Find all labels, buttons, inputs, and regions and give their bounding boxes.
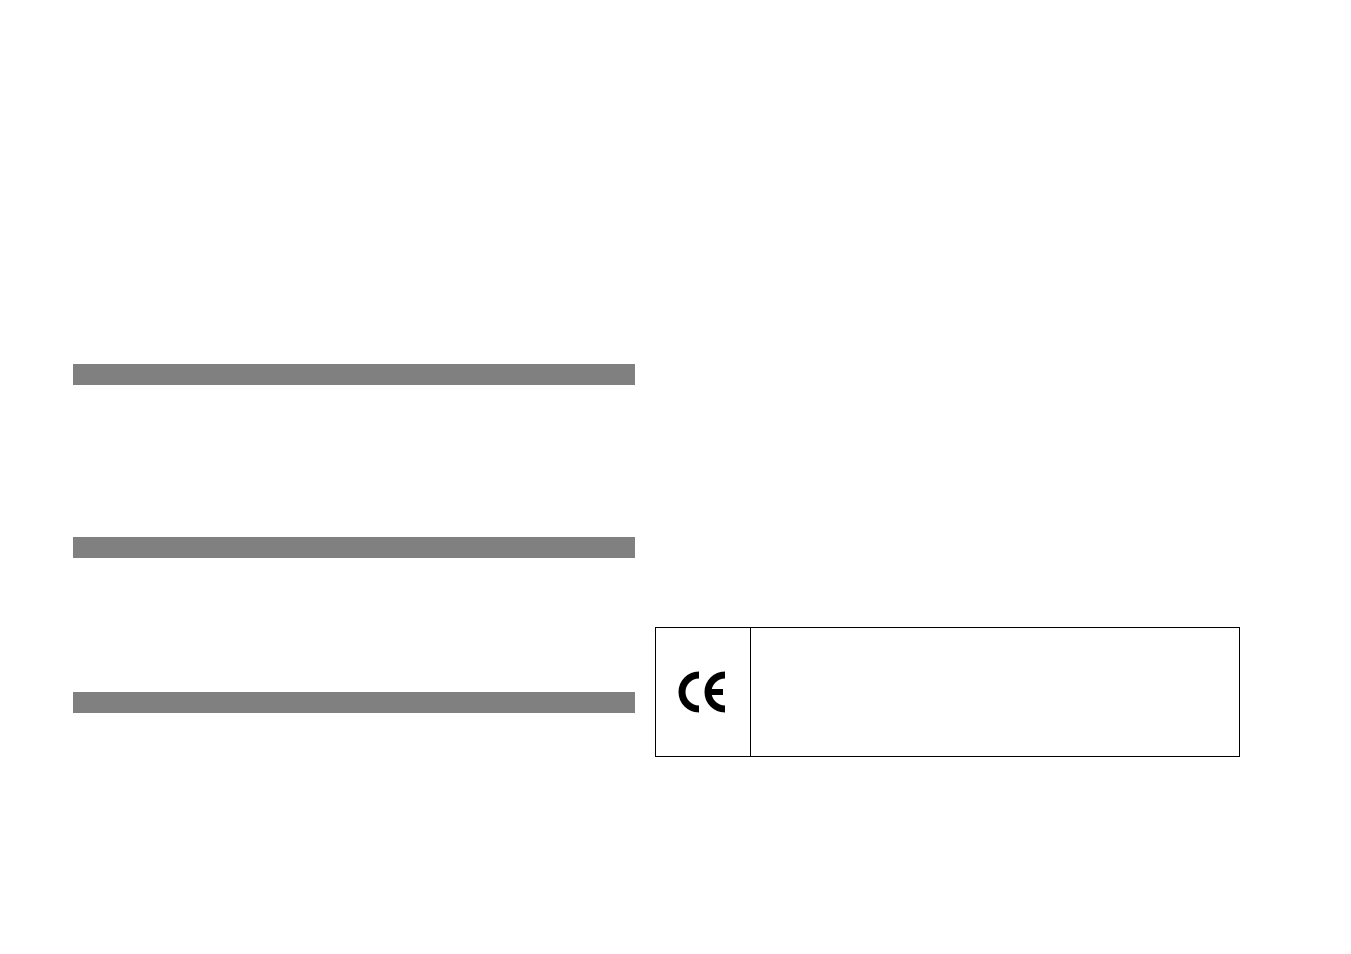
- ce-description-cell: [751, 628, 1239, 756]
- ce-compliance-box: [655, 627, 1240, 757]
- ce-mark-cell: [656, 628, 751, 756]
- gray-bar-3: [73, 692, 635, 713]
- gray-bar-1: [73, 364, 635, 385]
- ce-mark-icon: [675, 671, 731, 713]
- gray-bar-2: [73, 537, 635, 558]
